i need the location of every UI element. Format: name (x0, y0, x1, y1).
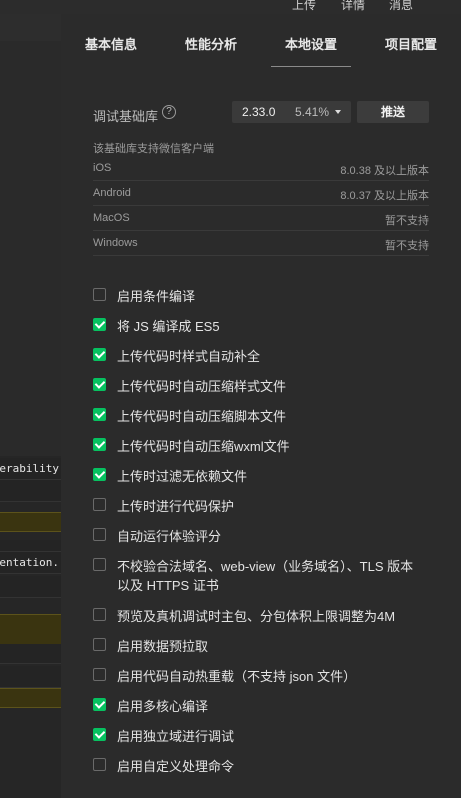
console-row (0, 576, 61, 598)
console-row: erability (0, 458, 61, 480)
active-tab-indicator (271, 66, 351, 67)
option-label: 将 JS 编译成 ES5 (117, 319, 220, 334)
console-header (0, 14, 61, 41)
option-label: 上传时进行代码保护 (117, 499, 235, 514)
checkbox-unchecked-icon[interactable] (93, 528, 106, 541)
support-os: Android (93, 187, 131, 199)
debug-lib-label: 调试基础库 (93, 109, 159, 124)
tab-basic-info[interactable]: 基本信息 (85, 34, 137, 53)
tab-performance[interactable]: 性能分析 (185, 34, 237, 53)
checkbox-unchecked-icon[interactable] (93, 758, 106, 771)
console-row (0, 666, 61, 688)
option-label: 启用多核心编译 (117, 699, 209, 714)
console-row (0, 512, 61, 532)
option-label: 启用独立域进行调试 (117, 729, 235, 744)
option-label: 上传时过滤无依赖文件 (117, 469, 248, 484)
app-topbar: 上传 详情 消息 (0, 0, 461, 14)
checkbox-unchecked-icon[interactable] (93, 668, 106, 681)
option-label: 上传代码时自动压缩脚本文件 (117, 409, 287, 424)
topbar-messages[interactable]: 消息 (389, 0, 413, 13)
checkbox-unchecked-icon[interactable] (93, 288, 106, 301)
support-row: MacOS 暂不支持 (93, 206, 429, 231)
tab-project-config[interactable]: 项目配置 (385, 34, 437, 53)
checkbox-checked-icon[interactable] (93, 728, 106, 741)
option-label: 预览及真机调试时主包、分包体积上限调整为4M (117, 609, 396, 624)
option-label: 启用条件编译 (117, 289, 196, 304)
checkbox-unchecked-icon[interactable] (93, 638, 106, 651)
console-row: mentation. (0, 552, 61, 574)
lib-version-percent: 5.41% (295, 105, 330, 119)
checkbox-unchecked-icon[interactable] (93, 498, 106, 511)
support-os: iOS (93, 162, 112, 174)
console-row (0, 540, 61, 552)
option-label: 自动运行体验评分 (117, 529, 222, 544)
topbar-details[interactable]: 详情 (341, 0, 365, 13)
checkbox-checked-icon[interactable] (93, 348, 106, 361)
option-label: 上传代码时样式自动补全 (117, 349, 261, 364)
option-label: 启用代码自动热重载（不支持 json 文件） (117, 669, 357, 684)
console-row (0, 688, 61, 708)
checkbox-unchecked-icon[interactable] (93, 608, 106, 621)
console-row (0, 644, 61, 664)
checkbox-checked-icon[interactable] (93, 698, 106, 711)
support-row: Android 8.0.37 及以上版本 (93, 181, 429, 206)
support-title: 该基础库支持微信客户端 (93, 143, 214, 155)
checkbox-checked-icon[interactable] (93, 408, 106, 421)
lib-version-select[interactable]: 2.33.0 5.41% (232, 101, 351, 123)
support-version: 暂不支持 (385, 240, 429, 252)
support-row: iOS 8.0.38 及以上版本 (93, 156, 429, 181)
support-version: 8.0.38 及以上版本 (340, 165, 429, 177)
checkbox-checked-icon[interactable] (93, 468, 106, 481)
console-row-text: erability (0, 462, 59, 475)
support-version: 暂不支持 (385, 215, 429, 227)
option-label: 上传代码时自动压缩wxml文件 (117, 439, 290, 454)
support-os: Windows (93, 237, 138, 249)
support-row: Windows 暂不支持 (93, 231, 429, 256)
settings-panel: 基本信息 性能分析 本地设置 项目配置 调试基础库 ? 2.33.0 5.41%… (61, 14, 461, 798)
support-version: 8.0.37 及以上版本 (340, 190, 429, 202)
option-label: 启用数据预拉取 (117, 639, 209, 654)
console-body (0, 41, 61, 456)
chevron-down-icon (335, 110, 341, 114)
console-row-text: mentation. (0, 556, 59, 569)
push-button[interactable]: 推送 (357, 101, 429, 123)
checkbox-unchecked-icon[interactable] (93, 558, 106, 571)
checkbox-checked-icon[interactable] (93, 318, 106, 331)
lib-version-value: 2.33.0 (242, 105, 276, 119)
option-label: 启用自定义处理命令 (117, 759, 235, 774)
console-row (0, 614, 61, 646)
help-circle-icon[interactable]: ? (162, 105, 176, 119)
console-row (0, 480, 61, 502)
support-os: MacOS (93, 212, 130, 224)
checkbox-checked-icon[interactable] (93, 378, 106, 391)
tab-local-settings[interactable]: 本地设置 (285, 34, 337, 53)
tab-bar: 基本信息 性能分析 本地设置 项目配置 (61, 14, 461, 67)
option-label: 不校验合法域名、web-view（业务域名）、TLS 版本以及 HTTPS 证书 (117, 559, 414, 593)
topbar-upload[interactable]: 上传 (292, 0, 316, 13)
option-label: 上传代码时自动压缩样式文件 (117, 379, 287, 394)
background-console: erability mentation. (0, 14, 61, 798)
checkbox-checked-icon[interactable] (93, 438, 106, 451)
